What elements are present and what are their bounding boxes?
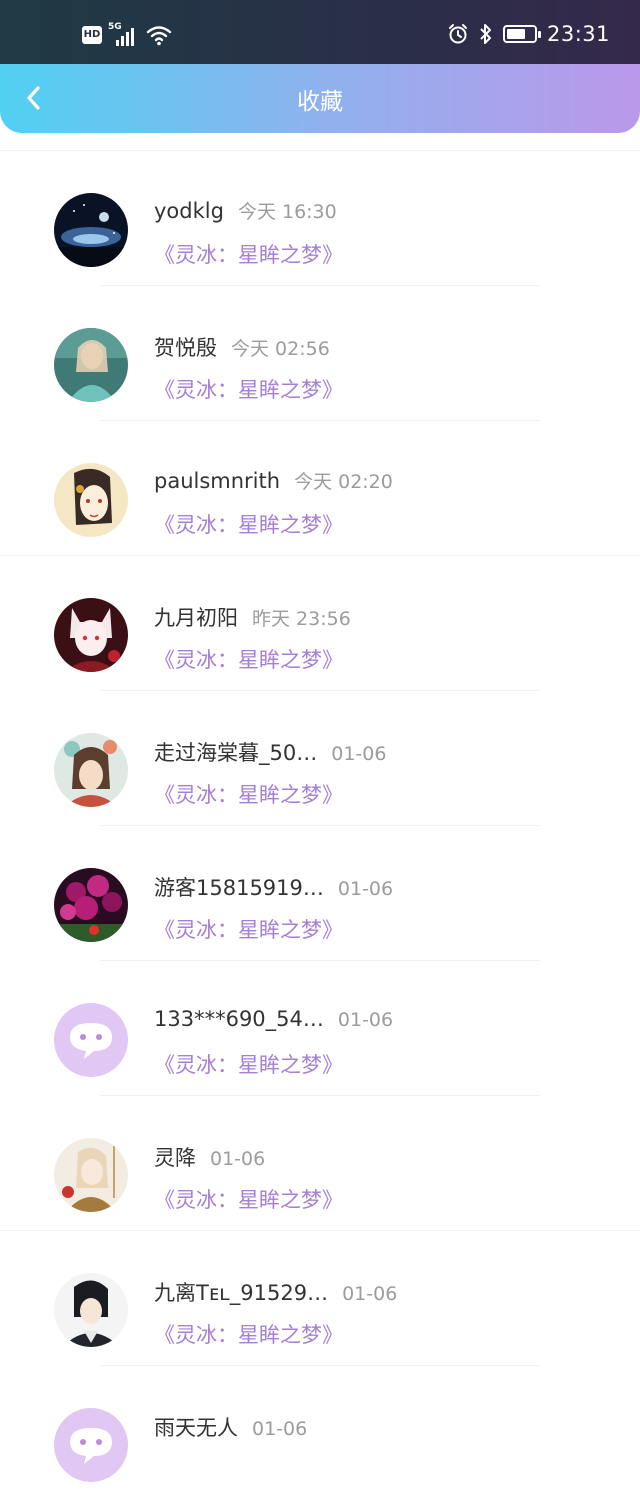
battery-icon xyxy=(502,25,541,43)
list-item[interactable]: 雨天无人 01-06 xyxy=(0,1366,640,1501)
wifi-icon xyxy=(146,26,172,46)
page-title: 收藏 xyxy=(297,89,343,115)
work-title-link[interactable]: 《灵冰：星眸之梦》 xyxy=(154,779,343,809)
avatar[interactable] xyxy=(54,1003,128,1077)
list-item[interactable]: 贺悦殷 今天 02:56 《灵冰：星眸之梦》 xyxy=(0,286,640,421)
list-item[interactable]: paulsmnrith 今天 02:20 《灵冰：星眸之梦》 xyxy=(0,421,640,556)
hd-icon: HD xyxy=(82,26,102,44)
alarm-icon xyxy=(448,24,467,44)
user-name: paulsmnrith xyxy=(154,469,281,493)
favorite-time: 今天 02:56 xyxy=(231,338,330,360)
user-name: 走过海棠暮_50… xyxy=(154,741,318,765)
list-item[interactable]: yodklg 今天 16:30 《灵冰：星眸之梦》 xyxy=(0,151,640,286)
favorite-time: 01-06 xyxy=(331,743,387,765)
favorite-time: 01-06 xyxy=(210,1148,266,1170)
bluetooth-icon xyxy=(480,24,491,44)
favorite-time: 昨天 23:56 xyxy=(252,608,351,630)
user-name: 133***690_54… xyxy=(154,1007,324,1031)
avatar[interactable] xyxy=(54,328,128,402)
list-item[interactable]: 游客15815919… 01-06 《灵冰：星眸之梦》 xyxy=(0,826,640,961)
work-title-link[interactable]: 《灵冰：星眸之梦》 xyxy=(154,1184,343,1214)
work-title-link[interactable]: 《灵冰：星眸之梦》 xyxy=(154,914,343,944)
list-item[interactable]: 133***690_54… 01-06 《灵冰：星眸之梦》 xyxy=(0,961,640,1096)
network-type-label: 5G xyxy=(108,22,122,32)
avatar[interactable] xyxy=(54,463,128,537)
work-title-link[interactable]: 《灵冰：星眸之梦》 xyxy=(154,1319,343,1349)
favorite-time: 01-06 xyxy=(337,1009,394,1031)
signal-icon: 5G xyxy=(108,22,140,46)
avatar[interactable] xyxy=(54,1273,128,1347)
status-left-icons: HD 5G xyxy=(82,22,172,46)
avatar[interactable] xyxy=(54,868,128,942)
user-name: 九离Tᴇʟ_91529… xyxy=(154,1281,329,1305)
list-item[interactable]: 灵降 01-06 《灵冰：星眸之梦》 xyxy=(0,1096,640,1231)
user-name: yodklg xyxy=(154,199,224,223)
app-header: 收藏 xyxy=(0,64,640,133)
avatar[interactable] xyxy=(54,733,128,807)
avatar[interactable] xyxy=(54,1138,128,1212)
user-name: 贺悦殷 xyxy=(154,336,217,360)
avatar[interactable] xyxy=(54,193,128,267)
work-title-link[interactable]: 《灵冰：星眸之梦》 xyxy=(154,644,343,674)
favorite-time: 01-06 xyxy=(252,1418,308,1440)
list-item[interactable]: 九离Tᴇʟ_91529… 01-06 《灵冰：星眸之梦》 xyxy=(0,1231,640,1366)
favorite-time: 01-06 xyxy=(342,1283,398,1305)
favorite-time: 今天 16:30 xyxy=(237,201,337,223)
status-time: 23:31 xyxy=(546,22,610,46)
default-chat-avatar-icon xyxy=(54,1003,128,1077)
default-chat-avatar-icon xyxy=(54,1408,128,1482)
user-name: 游客15815919… xyxy=(154,876,324,900)
work-title-link[interactable]: 《灵冰：星眸之梦》 xyxy=(154,1049,343,1079)
list-item[interactable]: 九月初阳 昨天 23:56 《灵冰：星眸之梦》 xyxy=(0,556,640,691)
user-name: 九月初阳 xyxy=(154,606,238,630)
work-title-link[interactable]: 《灵冰：星眸之梦》 xyxy=(154,239,343,269)
user-name: 雨天无人 xyxy=(154,1416,238,1440)
status-bar: HD 5G 23:31 xyxy=(0,0,640,64)
favorite-time: 01-06 xyxy=(337,878,394,900)
status-right-icons: 23:31 xyxy=(447,22,610,46)
favorites-list: yodklg 今天 16:30 《灵冰：星眸之梦》 贺悦殷 今天 02:56 《灵冰… xyxy=(0,150,640,1482)
list-item[interactable]: 走过海棠暮_50… 01-06 《灵冰：星眸之梦》 xyxy=(0,691,640,826)
work-title-link[interactable]: 《灵冰：星眸之梦》 xyxy=(154,509,343,539)
favorite-time: 今天 02:20 xyxy=(294,471,393,493)
avatar[interactable] xyxy=(54,598,128,672)
user-name: 灵降 xyxy=(154,1146,196,1170)
work-title-link[interactable]: 《灵冰：星眸之梦》 xyxy=(154,374,343,404)
avatar[interactable] xyxy=(54,1408,128,1482)
